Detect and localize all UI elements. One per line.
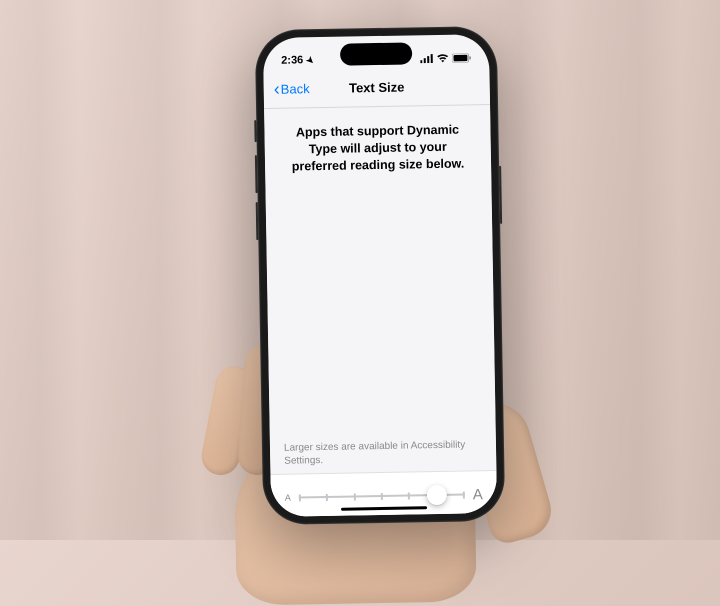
phone-device: 2:36 ➤ ‹ Back (255, 25, 506, 524)
volume-up-button (255, 155, 258, 193)
settings-content: Apps that support Dynamic Type will adju… (264, 105, 497, 517)
back-button[interactable]: ‹ Back (274, 79, 310, 98)
navigation-bar: ‹ Back Text Size (264, 72, 491, 109)
chevron-left-icon: ‹ (274, 79, 280, 97)
slider-large-a-label: A (473, 485, 483, 502)
dynamic-island (340, 42, 412, 65)
phone-screen: 2:36 ➤ ‹ Back (263, 34, 497, 517)
description-text: Apps that support Dynamic Type will adju… (264, 105, 491, 192)
slider-knob[interactable] (426, 484, 446, 504)
footer-note: Larger sizes are available in Accessibil… (270, 434, 497, 474)
text-size-slider[interactable] (299, 483, 465, 508)
signal-icon (420, 53, 433, 62)
location-arrow-icon: ➤ (304, 53, 317, 66)
slider-small-a-label: A (285, 492, 291, 502)
battery-icon (452, 52, 471, 61)
back-button-label: Back (281, 80, 310, 96)
status-time: 2:36 (281, 54, 303, 66)
wifi-icon (436, 53, 449, 62)
phone-frame: 2:36 ➤ ‹ Back (255, 25, 506, 524)
mute-switch (254, 120, 256, 142)
volume-down-button (256, 202, 259, 240)
